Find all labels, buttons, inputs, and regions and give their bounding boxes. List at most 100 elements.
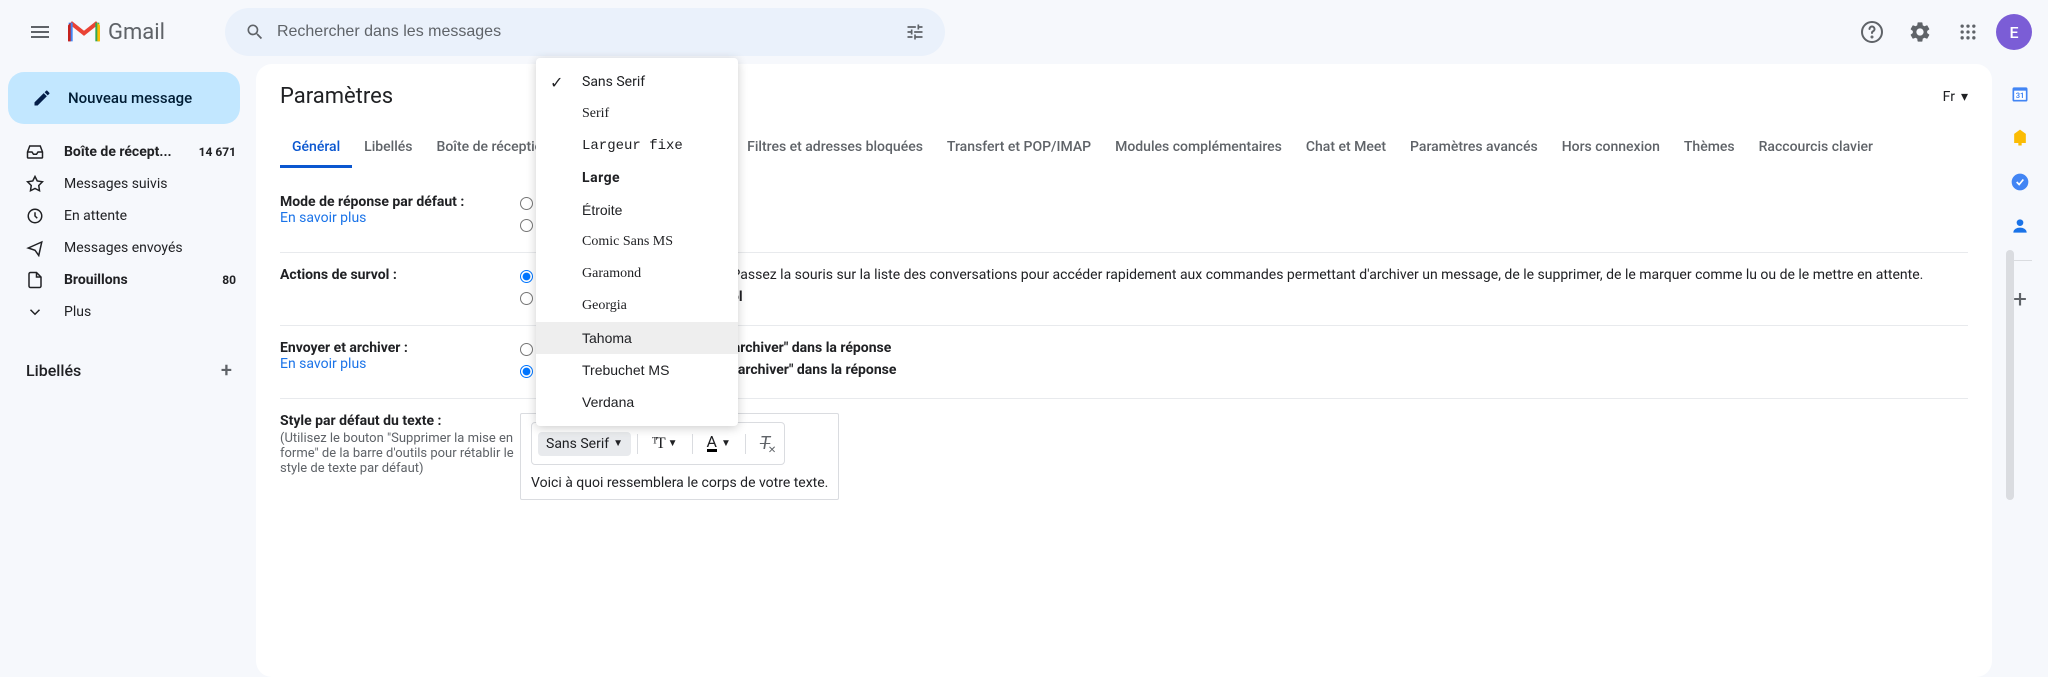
text-style-label: Style par défaut du texte : <box>280 413 520 429</box>
sidebar-item-label: Brouillons <box>64 272 222 288</box>
keep-button[interactable] <box>2010 128 2030 148</box>
help-icon <box>1860 20 1884 44</box>
keep-icon <box>2010 128 2030 148</box>
reply-learn-more[interactable]: En savoir plus <box>280 210 366 226</box>
sidebar-item-icon <box>26 207 46 225</box>
settings-tab[interactable]: Hors connexion <box>1550 129 1672 168</box>
font-menu-item[interactable]: Comic Sans MS <box>536 226 738 258</box>
settings-tab[interactable]: Chat et Meet <box>1294 129 1398 168</box>
labels-title: Libellés <box>26 361 81 380</box>
search-options-button[interactable] <box>893 22 937 42</box>
gmail-logo[interactable]: Gmail <box>68 20 165 45</box>
caret-icon: ▼ <box>721 438 731 449</box>
sidebar-item-icon <box>26 239 46 257</box>
sidebar-item[interactable]: Boîte de récept...14 671 <box>0 136 248 168</box>
toolbar-divider <box>692 434 693 454</box>
font-menu-item[interactable]: Largeur fixe <box>536 130 738 162</box>
settings-tab[interactable]: Général <box>280 129 352 168</box>
hover-enable-radio[interactable] <box>520 270 533 283</box>
sidebar-item[interactable]: Plus <box>0 296 248 328</box>
tune-icon <box>905 22 925 42</box>
calendar-icon: 31 <box>2010 84 2030 104</box>
app-header: Gmail E <box>0 0 2048 64</box>
font-size-dropdown[interactable]: ᵀT ▼ <box>644 431 685 457</box>
hover-label: Actions de survol : <box>280 267 520 283</box>
scrollbar[interactable] <box>2006 250 2014 500</box>
language-selector[interactable]: Fr ▾ <box>1943 89 1968 105</box>
addons-button[interactable]: + <box>2013 285 2027 313</box>
chevron-down-icon: ▾ <box>1961 89 1968 105</box>
settings-tab[interactable]: Libellés <box>352 129 424 168</box>
contacts-button[interactable] <box>2010 216 2030 236</box>
font-menu-item[interactable]: Large <box>536 162 738 194</box>
font-family-menu[interactable]: ✓Sans SerifSerif Largeur fixe Large Étroite… <box>536 58 738 426</box>
sidebar-item-icon <box>26 143 46 161</box>
caret-icon: ▼ <box>613 438 623 449</box>
compose-button[interactable]: Nouveau message <box>8 72 240 124</box>
main-menu-button[interactable] <box>16 8 64 56</box>
settings-tab[interactable]: Paramètres avancés <box>1398 129 1550 168</box>
font-menu-item[interactable]: ✓Sans Serif <box>536 66 738 98</box>
settings-tab[interactable]: Filtres et adresses bloquées <box>735 129 935 168</box>
font-menu-item[interactable]: Serif <box>536 98 738 130</box>
sidebar-item-count: 14 671 <box>199 145 236 159</box>
search-icon[interactable] <box>233 22 277 42</box>
sidebar-item-icon <box>26 303 46 321</box>
language-label: Fr <box>1943 89 1955 105</box>
reply-mode-radio-1[interactable] <box>520 197 533 210</box>
page-title: Paramètres <box>280 84 393 109</box>
font-name: Verdana <box>582 394 634 410</box>
sidebar-item-label: Plus <box>64 304 236 320</box>
send-archive-row: Envoyer et archiver : En savoir plus Aff… <box>280 325 1968 398</box>
sidebar-item-icon <box>26 175 46 193</box>
send-archive-learn-more[interactable]: En savoir plus <box>280 356 366 372</box>
font-name: Tahoma <box>582 330 632 346</box>
font-name: Largeur fixe <box>582 138 683 154</box>
settings-tab[interactable]: Thèmes <box>1672 129 1747 168</box>
font-menu-item[interactable]: Garamond <box>536 258 738 290</box>
send-archive-show-radio[interactable] <box>520 343 533 356</box>
sidebar-item[interactable]: Messages envoyés <box>0 232 248 264</box>
tasks-button[interactable] <box>2010 172 2030 192</box>
hover-disable-radio[interactable] <box>520 292 533 305</box>
settings-tabs: GénéralLibellésBoîte de réceptionComptes… <box>256 129 1992 168</box>
font-menu-item[interactable]: Trebuchet MS <box>536 354 738 386</box>
text-color-icon: A <box>707 435 717 452</box>
reply-mode-radio-2[interactable] <box>520 219 533 232</box>
gmail-icon <box>68 20 100 44</box>
font-menu-item[interactable]: Tahoma <box>536 322 738 354</box>
settings-tab[interactable]: Raccourcis clavier <box>1747 129 1885 168</box>
sidebar-item[interactable]: En attente <box>0 200 248 232</box>
search-bar[interactable] <box>225 8 945 56</box>
caret-icon: ▼ <box>668 438 678 449</box>
tasks-icon <box>2010 172 2030 192</box>
font-name: Comic Sans MS <box>582 234 673 250</box>
settings-button[interactable] <box>1900 12 1940 52</box>
font-menu-item[interactable]: Verdana <box>536 386 738 418</box>
help-button[interactable] <box>1852 12 1892 52</box>
hover-enable-text: Activer les actions de survol - Passez l… <box>543 267 1968 283</box>
sidebar-item[interactable]: Messages suivis <box>0 168 248 200</box>
apps-grid-icon <box>1958 22 1978 42</box>
font-family-dropdown[interactable]: Sans Serif ▼ <box>538 432 631 456</box>
apps-button[interactable] <box>1948 12 1988 52</box>
send-archive-hide-radio[interactable] <box>520 365 533 378</box>
send-archive-hide-text: Masquer le bouton "Envoyer et archiver" … <box>543 362 1968 378</box>
settings-tab[interactable]: Modules complémentaires <box>1103 129 1294 168</box>
font-menu-item[interactable]: Georgia <box>536 290 738 322</box>
font-menu-item[interactable]: Étroite <box>536 194 738 226</box>
sidebar-item-label: En attente <box>64 208 236 224</box>
sidebar-item[interactable]: Brouillons80 <box>0 264 248 296</box>
calendar-button[interactable]: 31 <box>2010 84 2030 104</box>
side-panel: 31 + <box>1992 64 2048 313</box>
font-name: Large <box>582 170 620 186</box>
settings-tab[interactable]: Transfert et POP/IMAP <box>935 129 1103 168</box>
style-preview-text: Voici à quoi ressemblera le corps de vot… <box>531 475 828 499</box>
hamburger-icon <box>31 23 49 41</box>
sidebar-item-label: Messages suivis <box>64 176 236 192</box>
account-avatar[interactable]: E <box>1996 14 2032 50</box>
add-label-button[interactable]: + <box>221 358 232 382</box>
text-color-dropdown[interactable]: A ▼ <box>699 431 739 456</box>
clear-formatting-button[interactable]: T✕ <box>752 429 778 458</box>
search-input[interactable] <box>277 23 893 41</box>
